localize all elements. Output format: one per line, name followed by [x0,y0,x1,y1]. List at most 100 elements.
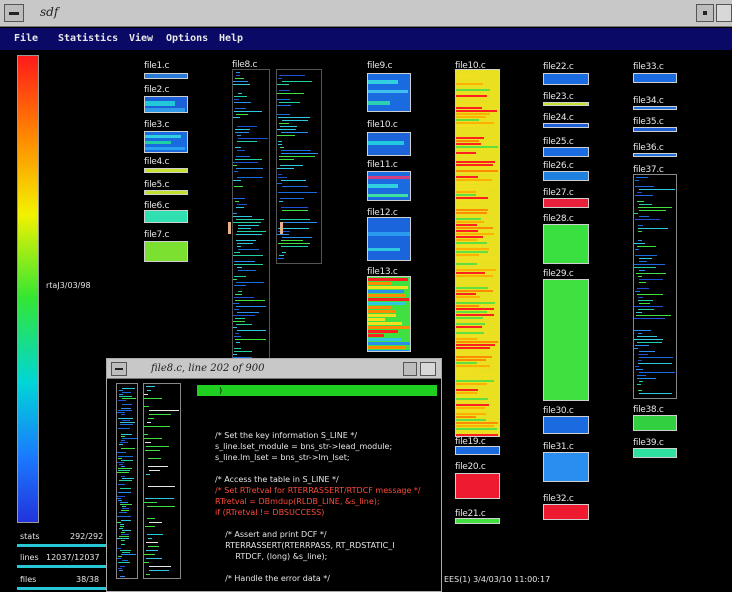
code-line-mark [278,141,282,142]
file-box-file10-large[interactable] [455,69,500,437]
file-label: file10.c [367,120,398,130]
code-window-menu-button[interactable] [111,362,127,376]
code-line-mark [237,246,241,247]
code-line-mark [277,168,294,169]
file-box-file29[interactable] [543,279,589,401]
code-line-mark [637,201,644,202]
file-box-file36[interactable] [633,153,677,157]
file-box-file32[interactable] [543,504,589,520]
code-line-mark [234,261,255,262]
file-box-file24[interactable] [543,123,589,128]
code-line-mark [281,180,306,181]
file-box-file26[interactable] [543,171,589,181]
code-line-mark [638,225,643,226]
code-line-mark [282,222,317,223]
code-line-mark [144,438,162,439]
code-line-mark [639,216,649,217]
file-label: file35.c [633,117,664,127]
code-line-mark [149,566,171,567]
file-box-file39[interactable] [633,448,677,458]
file-box-file5[interactable] [144,190,188,195]
code-line: /* Handle the error data */ [215,574,331,583]
code-line-mark [235,201,239,202]
code-line-mark [282,210,308,211]
code-line-mark [122,478,134,479]
code-line-mark [456,353,477,355]
code-line-mark [121,520,131,521]
file-box-file9[interactable] [367,73,411,112]
file-box-file37[interactable] [633,174,677,399]
code-window-title-bar[interactable]: file8.c, line 202 of 900 [107,359,441,379]
code-line-mark [236,324,252,325]
code-line-mark [144,406,149,407]
file-box-file7[interactable] [144,241,188,262]
code-overview-map[interactable] [116,383,138,579]
status-text: EES(1) 3/4/03/10 11:00:17 [444,575,551,584]
code-line-mark [456,92,483,94]
file-box-file6[interactable] [144,210,188,223]
minimize-button[interactable] [696,4,714,22]
file-box-file12[interactable] [367,217,411,261]
code-line-mark [456,410,481,412]
code-line-mark [456,263,477,265]
file-box-file21[interactable] [455,518,500,524]
file-box-file31[interactable] [543,452,589,482]
file-box-file19[interactable] [455,446,500,455]
code-line-mark [456,404,489,406]
menu-file[interactable]: File [14,33,38,44]
code-line-mark [144,398,162,399]
file-box-file13[interactable] [367,276,411,352]
file-box-file2[interactable] [144,96,188,113]
code-minimize-button[interactable] [403,362,417,376]
file-box-file25[interactable] [543,147,589,157]
file-box-file3[interactable] [144,131,188,153]
file-box-file22[interactable] [543,73,589,85]
files-bar [17,587,107,590]
code-line-mark [238,270,256,271]
file-box-file30[interactable] [543,416,589,434]
menu-help[interactable]: Help [219,33,243,44]
file-box-file38[interactable] [633,415,677,431]
code-line-mark [279,255,284,256]
file-box-file4[interactable] [144,168,188,173]
file-box-file35[interactable] [633,127,677,132]
maximize-button[interactable] [716,4,732,22]
file-label: file34.c [633,96,664,106]
code-line-mark [147,518,155,519]
file-box-file1[interactable] [144,73,188,79]
code-line-mark [456,134,478,136]
file-box-file28[interactable] [543,224,589,264]
code-line-mark [456,407,485,409]
code-line-mark [278,192,317,193]
file-box-file8-part2[interactable] [276,69,322,264]
file-box-file10[interactable] [367,132,411,156]
menu-statistics[interactable]: Statistics [58,33,118,44]
code-line-mark [234,171,238,172]
file-box-file20[interactable] [455,473,500,499]
file-box-file34[interactable] [633,106,677,110]
code-line-mark [456,203,479,205]
code-line-mark [237,243,253,244]
code-text-area[interactable]: /* Set the key information S_LINE */ s_li… [215,419,441,584]
file-box-file8[interactable] [232,69,270,359]
code-line-mark [144,394,148,395]
file-box-file33[interactable] [633,73,677,83]
file-box-file27[interactable] [543,198,589,208]
code-line-mark [456,230,478,232]
code-line: RTretval = DBmdup(RLDB_LINE, &s_line); [215,497,380,506]
code-line-mark [637,192,642,193]
code-maximize-button[interactable] [420,362,436,376]
window-menu-button[interactable] [4,4,24,22]
window-title-bar[interactable]: sdf [0,0,732,27]
code-line-mark [638,240,642,241]
code-line-mark [456,164,493,166]
code-line-mark [118,484,125,485]
file-box-file23[interactable] [543,102,589,106]
code-line-mark [237,204,247,205]
code-line-mark [456,146,498,148]
file-box-file11[interactable] [367,171,411,201]
menu-view[interactable]: View [129,33,153,44]
code-file-thumbnail[interactable] [143,383,181,579]
menu-options[interactable]: Options [166,33,208,44]
code-line-mark [237,330,266,331]
